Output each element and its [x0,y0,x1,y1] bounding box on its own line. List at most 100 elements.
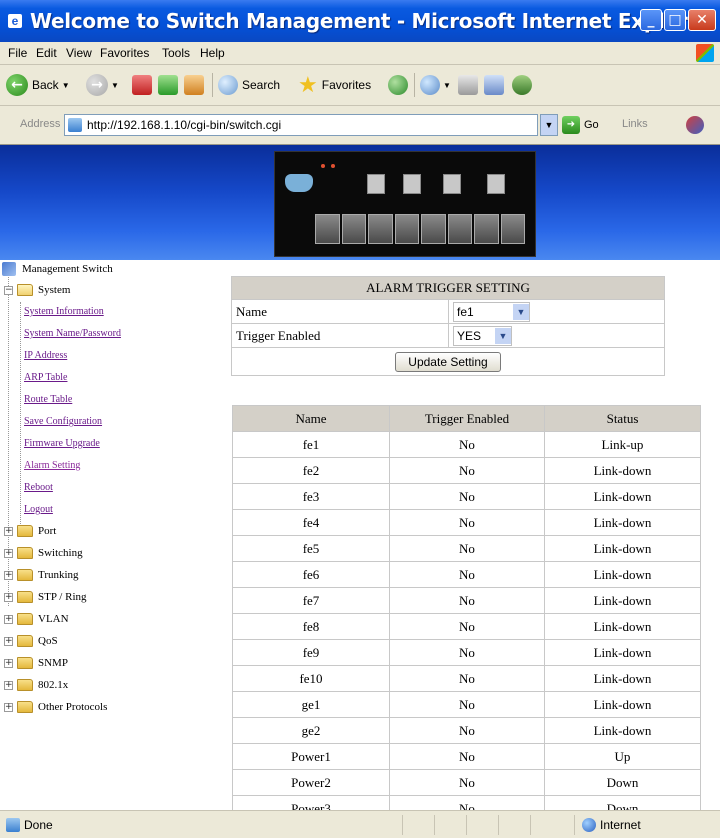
tree-folder-system[interactable]: − System [4,284,70,296]
tree-link[interactable]: System Name/Password [24,328,121,339]
tree-item-system-information[interactable]: System Information [24,306,104,317]
history-button[interactable] [388,72,408,98]
tree-item-reboot[interactable]: Reboot [24,482,53,493]
status-separator [402,815,403,835]
expand-icon[interactable]: + [4,680,13,690]
tree-folder-switching[interactable]: + Switching [4,547,83,559]
expand-icon[interactable]: + [4,526,13,536]
expand-icon[interactable]: + [4,548,13,558]
table-row: fe7 No Link-down [232,587,701,614]
tree-folder-trunking[interactable]: + Trunking [4,569,79,581]
tree-folder-other-protocols[interactable]: + Other Protocols [4,701,107,713]
forward-button[interactable]: → ▼ [86,72,119,98]
ethernet-port [474,214,499,244]
links-button[interactable]: Links [622,118,648,130]
tree-root[interactable]: Management Switch [2,262,113,276]
tree-link[interactable]: Route Table [24,394,72,405]
address-dropdown[interactable]: ▼ [540,114,558,136]
folder-label: System [38,284,71,296]
tree-link[interactable]: ARP Table [24,372,67,383]
menu-edit[interactable]: Edit [36,46,57,60]
tree-link[interactable]: Reboot [24,482,53,493]
star-icon: ★ [298,72,318,97]
chevron-down-icon[interactable]: ▼ [62,81,70,90]
table-row: fe8 No Link-down [232,613,701,640]
folder-label: 802.1x [38,679,69,691]
tree-folder-stp-ring[interactable]: + STP / Ring [4,591,87,603]
refresh-button[interactable] [158,72,178,98]
status-separator [466,815,467,835]
tree-item-system-name-password[interactable]: System Name/Password [24,328,121,339]
minimize-button[interactable]: _ [640,9,662,31]
print-button[interactable] [458,72,478,98]
column-header-name: Name [232,405,390,432]
messenger-button[interactable] [512,72,532,98]
tree-folder-qos[interactable]: + QoS [4,635,58,647]
favorites-button[interactable]: ★ Favorites [298,72,371,98]
expand-icon[interactable]: + [4,592,13,602]
edit-button[interactable] [484,72,504,98]
go-label: Go [584,119,599,131]
maximize-button[interactable]: □ [664,9,686,31]
address-input[interactable]: http://192.168.1.10/cgi-bin/switch.cgi [64,114,538,136]
trigger-select[interactable]: YES ▼ [453,325,512,346]
tree-link[interactable]: Logout [24,504,53,515]
tree-link[interactable]: Alarm Setting [24,460,80,471]
form-heading: ALARM TRIGGER SETTING [231,276,665,300]
tree-item-alarm-setting[interactable]: Alarm Setting [24,460,80,471]
header-banner [0,145,720,260]
menu-help[interactable]: Help [200,46,225,60]
tree-item-route-table[interactable]: Route Table [24,394,72,405]
tree-link[interactable]: Save Configuration [24,416,102,427]
menu-view[interactable]: View [66,46,92,60]
status-cell: Link-down [544,535,701,562]
tree-item-ip-address[interactable]: IP Address [24,350,67,361]
port-name-cell: Power1 [232,743,390,770]
folder-label: Switching [38,547,83,559]
folder-label: SNMP [38,657,68,669]
maximize-icon: □ [668,12,682,28]
menu-favorites[interactable]: Favorites [100,46,149,60]
expand-icon[interactable]: + [4,614,13,624]
expand-icon[interactable]: + [4,658,13,668]
menu-tools[interactable]: Tools [162,46,190,60]
expand-icon[interactable]: + [4,570,13,580]
home-button[interactable] [184,72,204,98]
menu-file[interactable]: File [8,46,27,60]
close-button[interactable]: ✕ [688,9,716,31]
chevron-down-icon[interactable]: ▼ [111,81,119,90]
name-select[interactable]: fe1 ▼ [453,301,530,322]
tree-item-logout[interactable]: Logout [24,504,53,515]
collapse-icon[interactable]: − [4,285,13,295]
tree-link[interactable]: IP Address [24,350,67,361]
table-row: fe3 No Link-down [232,483,701,510]
expand-icon[interactable]: + [4,702,13,712]
go-button[interactable]: ➜ Go [562,114,599,136]
tree-folder-snmp[interactable]: + SNMP [4,657,68,669]
port-name-cell: fe6 [232,561,390,588]
tree-folder-port[interactable]: + Port [4,525,56,537]
tree-link[interactable]: Firmware Upgrade [24,438,100,449]
trigger-enabled-cell: No [389,639,545,666]
tree-link[interactable]: System Information [24,306,104,317]
tree-folder-8021x[interactable]: +802.1x [4,679,68,691]
chevron-down-icon[interactable]: ▼ [443,81,451,90]
trigger-enabled-cell: No [389,561,545,588]
tree-folder-vlan[interactable]: + VLAN [4,613,69,625]
tree-item-firmware-upgrade[interactable]: Firmware Upgrade [24,438,100,449]
back-button[interactable]: ← Back ▼ [6,72,70,98]
back-arrow-icon: ← [6,74,28,96]
table-row: fe6 No Link-down [232,561,701,588]
mail-button[interactable]: ▼ [420,72,451,98]
search-button[interactable]: Search [218,72,280,98]
update-setting-button[interactable]: Update Setting [395,351,501,372]
toolbar-extension-icon[interactable] [686,116,704,134]
expand-icon[interactable]: + [4,636,13,646]
folder-open-icon [17,284,33,296]
tree-item-save-configuration[interactable]: Save Configuration [24,416,102,427]
close-icon: ✕ [696,12,708,28]
status-cell: Link-down [544,483,701,510]
port-name-cell: ge2 [232,717,390,744]
stop-button[interactable] [132,72,152,98]
tree-item-arp-table[interactable]: ARP Table [24,372,67,383]
